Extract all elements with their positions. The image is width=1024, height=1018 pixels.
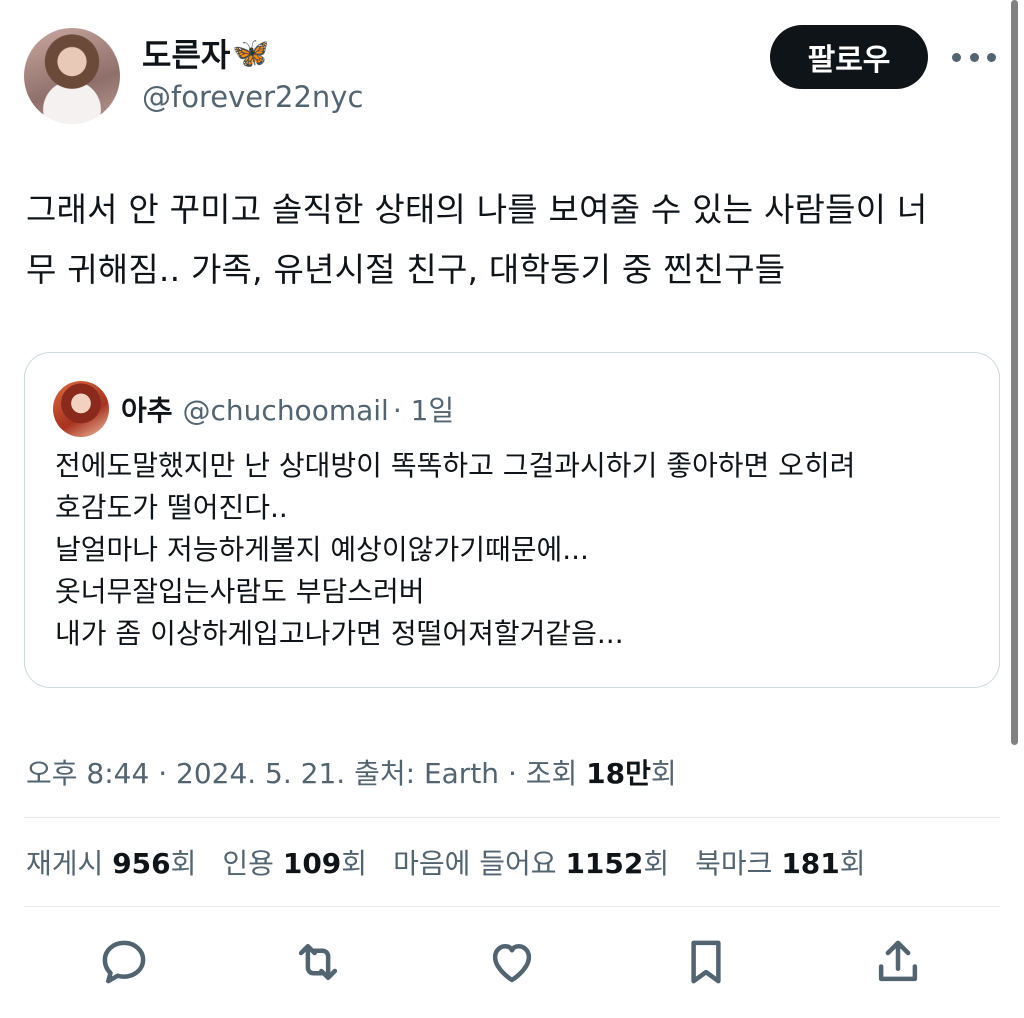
repost-button[interactable] xyxy=(286,930,350,994)
tweet-timestamp-source: 오후 8:44 · 2024. 5. 21. 출처: Earth · 조회 xyxy=(26,757,587,790)
quote-author-name: 아추 xyxy=(121,394,173,427)
action-bar xyxy=(0,930,1024,994)
divider xyxy=(24,906,1000,907)
quote-label: 인용 xyxy=(222,847,274,880)
quote-header: 아추 @chuchoomail · 1일 xyxy=(121,389,454,429)
more-dot xyxy=(952,52,961,62)
tweet-meta: 오후 8:44 · 2024. 5. 21. 출처: Earth · 조회 18… xyxy=(26,752,677,792)
repost-stat[interactable]: 재게시 956회 xyxy=(26,842,196,882)
repost-icon xyxy=(298,944,338,980)
quote-author-handle: @chuchoomail xyxy=(182,394,389,427)
quote-line: 옷너무잘입는사람도 부담스러버 xyxy=(55,575,425,608)
butterfly-emoji: 🦋 xyxy=(232,35,270,71)
author-handle[interactable]: @forever22nyc xyxy=(142,80,363,114)
repost-label: 재게시 xyxy=(26,847,104,880)
share-button[interactable] xyxy=(866,930,930,994)
tweet-text-line: 그래서 안 꾸미고 솔직한 상태의 나를 보여줄 수 있는 사람들이 너 xyxy=(26,190,928,229)
quote-stat[interactable]: 인용 109회 xyxy=(222,842,367,882)
like-label: 마음에 들어요 xyxy=(393,847,557,880)
bookmark-icon xyxy=(691,940,721,984)
more-dot xyxy=(987,52,996,62)
divider xyxy=(24,817,1000,818)
quote-text: 전에도말했지만 난 상대방이 똑똑하고 그걸과시하기 좋아하면 오히려 호감도가… xyxy=(55,445,975,655)
stat-unit: 회 xyxy=(839,847,866,880)
like-button[interactable] xyxy=(480,930,544,994)
author-avatar[interactable] xyxy=(24,28,120,124)
tweet-text-line: 무 귀해짐.. 가족, 유년시절 친구, 대학동기 중 찐친구들 xyxy=(26,250,786,289)
share-icon xyxy=(878,940,918,982)
scrollbar[interactable] xyxy=(1011,0,1018,745)
quote-line: 호감도가 떨어진다.. xyxy=(55,491,288,524)
follow-button[interactable]: 팔로우 xyxy=(770,25,928,89)
like-count: 1152 xyxy=(565,847,644,880)
view-count: 18만 xyxy=(586,757,651,790)
like-stat[interactable]: 마음에 들어요 1152회 xyxy=(393,842,669,882)
bookmark-button[interactable] xyxy=(674,930,738,994)
repost-count: 956 xyxy=(112,847,171,880)
stat-unit: 회 xyxy=(341,847,368,880)
more-dot xyxy=(969,52,979,62)
quoted-tweet[interactable]: 아추 @chuchoomail · 1일 전에도말했지만 난 상대방이 똑똑하고… xyxy=(24,352,1000,688)
reply-icon xyxy=(102,940,146,984)
quote-count: 109 xyxy=(282,847,342,880)
quote-line: 날얼마나 저능하게볼지 예상이않가기때문에... xyxy=(55,533,589,566)
bookmark-label: 북마크 xyxy=(695,847,773,880)
author-display-name[interactable]: 도른자 🦋 xyxy=(142,30,270,76)
stat-unit: 회 xyxy=(643,847,670,880)
engagement-stats: 재게시 956회 인용 109회 마음에 들어요 1152회 북마크 181회 xyxy=(26,842,866,882)
more-icon[interactable] xyxy=(952,46,996,68)
quote-line: 전에도말했지만 난 상대방이 똑똑하고 그걸과시하기 좋아하면 오히려 xyxy=(55,449,856,482)
quote-line: 내가 좀 이상하게입고나가면 정떨어져할거같음... xyxy=(55,617,624,650)
author-name-text: 도른자 xyxy=(142,36,231,74)
tweet-text: 그래서 안 꾸미고 솔직한 상태의 나를 보여줄 수 있는 사람들이 너 무 귀… xyxy=(26,180,1001,300)
like-icon xyxy=(492,944,532,983)
view-unit: 회 xyxy=(650,757,677,790)
quote-time: · 1일 xyxy=(392,394,455,427)
reply-button[interactable] xyxy=(92,930,156,994)
stat-unit: 회 xyxy=(170,847,197,880)
quote-author-avatar xyxy=(53,381,109,437)
bookmark-stat[interactable]: 북마크 181회 xyxy=(695,842,865,882)
bookmark-count: 181 xyxy=(781,847,840,880)
